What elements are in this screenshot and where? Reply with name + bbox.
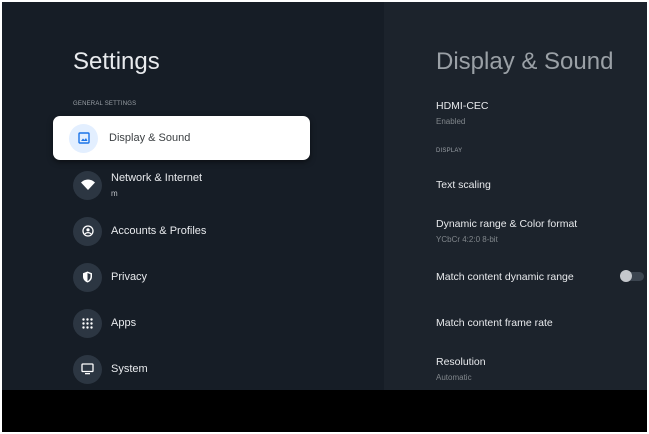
item-label: Resolution	[436, 356, 486, 368]
menu-item-accounts-profiles[interactable]: Accounts & Profiles	[53, 209, 310, 253]
letterbox-bar	[2, 390, 647, 432]
item-sub: YCbCr 4:2:0 8-bit	[436, 235, 498, 244]
menu-item-label: Accounts & Profiles	[111, 225, 207, 237]
item-label: Dynamic range & Color format	[436, 218, 578, 230]
menu-item-label: Network & Internet	[111, 172, 203, 184]
match-dynamic-range-item[interactable]: Match content dynamic range	[436, 271, 574, 283]
image-icon	[69, 123, 98, 153]
display-sound-panel: Display & Sound HDMI-CEC Enabled DISPLAY …	[384, 2, 647, 390]
item-sub: Automatic	[436, 373, 472, 382]
apps-grid-icon	[73, 308, 102, 338]
section-header: GENERAL SETTINGS	[73, 101, 137, 107]
resolution-item[interactable]: Resolution Automatic	[436, 356, 486, 382]
settings-menu-panel: Settings GENERAL SETTINGS Display & Soun…	[2, 2, 384, 390]
menu-item-label: Privacy	[111, 271, 148, 283]
menu-item-apps[interactable]: Apps	[53, 301, 310, 345]
page-title: Settings	[73, 48, 160, 75]
tv-screen: Settings GENERAL SETTINGS Display & Soun…	[2, 2, 647, 390]
match-dynamic-range-toggle[interactable]	[620, 270, 644, 282]
menu-item-sub: m	[111, 189, 118, 198]
dynamic-range-item[interactable]: Dynamic range & Color format YCbCr 4:2:0 …	[436, 218, 577, 244]
menu-item-privacy[interactable]: Privacy	[53, 255, 310, 299]
menu-item-display-sound[interactable]: Display & Sound	[53, 116, 310, 160]
item-sub: Enabled	[436, 117, 466, 126]
monitor-icon	[73, 354, 102, 384]
shield-icon	[73, 262, 102, 292]
item-label: HDMI-CEC	[436, 100, 489, 112]
account-icon	[73, 216, 102, 246]
panel-title: Display & Sound	[436, 48, 614, 75]
match-frame-rate-item[interactable]: Match content frame rate	[436, 317, 553, 329]
menu-item-system[interactable]: System	[53, 347, 310, 390]
menu-item-network-internet[interactable]: Network & Internet m	[53, 163, 310, 207]
menu-item-label: Display & Sound	[109, 132, 191, 144]
text-scaling-item[interactable]: Text scaling	[436, 179, 491, 191]
menu-item-label: System	[111, 363, 148, 375]
menu-item-label: Apps	[111, 317, 137, 329]
section-header: DISPLAY	[436, 148, 463, 154]
wifi-icon	[73, 170, 102, 200]
hdmi-cec-item[interactable]: HDMI-CEC Enabled	[436, 100, 489, 126]
